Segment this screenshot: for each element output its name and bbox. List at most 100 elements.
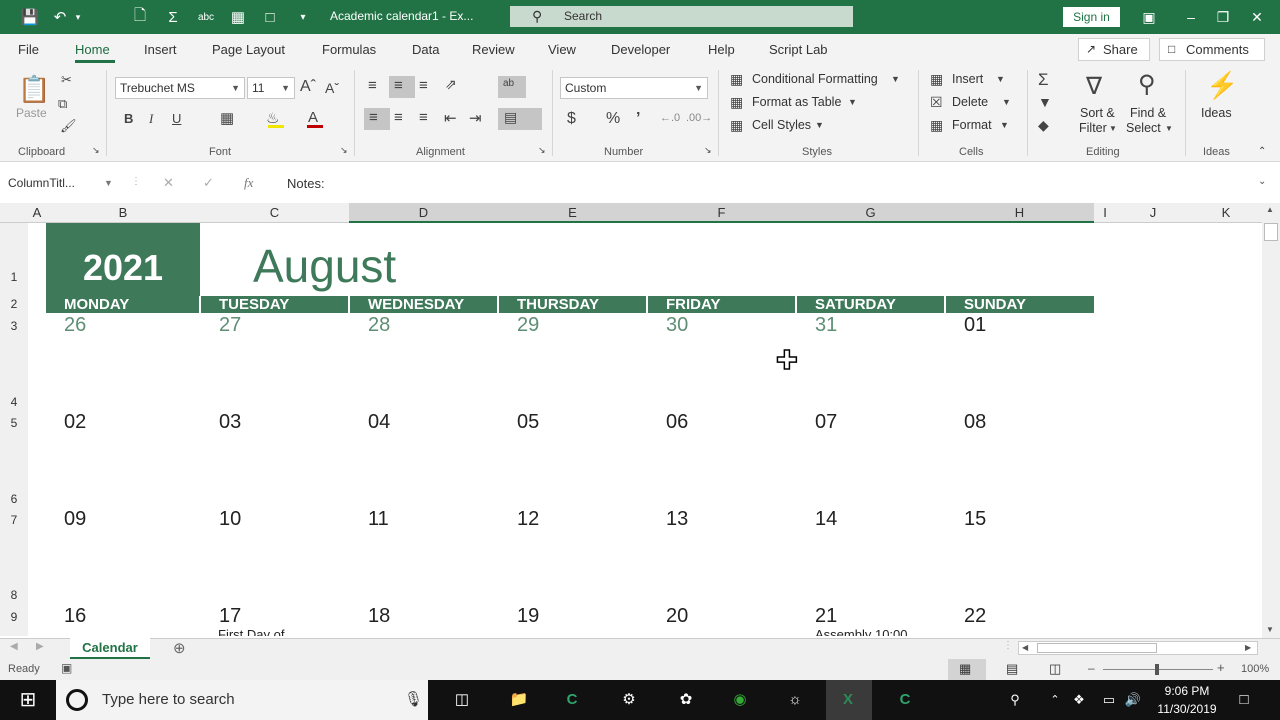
column-header-g[interactable]: G [796, 203, 945, 223]
horizontal-scroll-thumb[interactable] [1037, 643, 1157, 653]
date-cell[interactable]: 02 [64, 411, 86, 434]
new-file-icon[interactable]: 🗋 [130, 7, 150, 27]
event-note[interactable]: Assembly 10:00 [815, 627, 908, 636]
prev-sheet-icon[interactable]: ◀ [10, 641, 18, 652]
app-icon[interactable]: ✿ [674, 688, 698, 712]
date-cell[interactable]: 11 [368, 508, 389, 531]
name-box[interactable]: ColumnTitl... ▼ [4, 173, 116, 193]
date-cell[interactable]: 18 [368, 605, 390, 628]
notifications-icon[interactable]: □ [1232, 688, 1256, 712]
column-header-d[interactable]: D [349, 203, 498, 223]
sign-in-button[interactable]: Sign in [1063, 7, 1120, 27]
weekday-header[interactable]: FRIDAY [648, 296, 795, 313]
tab-split-icon[interactable]: ⋮ [1003, 640, 1013, 651]
file-explorer-icon[interactable]: 📁 [507, 688, 531, 712]
column-header-e[interactable]: E [498, 203, 647, 223]
zoom-level[interactable]: 100% [1241, 663, 1269, 675]
date-cell[interactable]: 22 [964, 605, 986, 628]
font-name-dropdown[interactable]: Trebuchet MS ▼ [115, 77, 245, 99]
tab-review[interactable]: Review [472, 42, 515, 57]
vertical-scrollbar[interactable]: ▲ ▼ [1262, 203, 1280, 639]
chevron-down-icon[interactable]: ▼ [848, 97, 857, 107]
column-header-i[interactable]: I [1094, 203, 1116, 223]
sort-filter-label-2[interactable]: Filter [1079, 121, 1107, 135]
share-button[interactable]: ↗ Share [1078, 38, 1150, 61]
format-painter-icon[interactable]: 🖌 [60, 118, 77, 134]
column-header-f[interactable]: F [647, 203, 796, 223]
insert-cells-button[interactable]: Insert [952, 72, 983, 86]
row-header-4[interactable]: 4 [0, 395, 28, 409]
align-center-icon[interactable]: ≡ [394, 109, 403, 126]
find-select-label-1[interactable]: Find & [1130, 106, 1166, 120]
ribbon-display-icon[interactable]: ▣ [1136, 6, 1162, 28]
align-top-icon[interactable]: ≡ [368, 77, 377, 94]
sort-filter-label-1[interactable]: Sort & [1080, 106, 1115, 120]
number-launcher-icon[interactable]: ↘ [704, 145, 712, 156]
find-select-label-2[interactable]: Select [1126, 121, 1161, 135]
increase-font-icon[interactable]: Aˆ [300, 78, 316, 96]
row-header-1[interactable]: 1 [0, 270, 28, 284]
format-as-table-button[interactable]: Format as Table [752, 95, 841, 109]
chevron-down-icon[interactable]: ▼ [1002, 97, 1011, 107]
page-break-view-icon[interactable]: ◫ [1049, 661, 1061, 677]
font-color-icon[interactable]: A [308, 109, 318, 126]
row-header-2[interactable]: 2 [0, 297, 28, 311]
paste-icon[interactable]: 📋 [18, 74, 50, 105]
decrease-indent-icon[interactable]: ⇤ [444, 109, 457, 127]
date-cell[interactable]: 13 [666, 508, 688, 531]
clipboard-launcher-icon[interactable]: ↘ [92, 145, 100, 156]
zoom-in-icon[interactable]: + [1217, 660, 1225, 675]
autosum-icon[interactable]: Σ [1038, 70, 1049, 90]
tab-insert[interactable]: Insert [144, 42, 177, 57]
date-cell[interactable]: 17 [219, 605, 241, 628]
chevron-down-icon[interactable]: ▼ [1165, 124, 1173, 133]
font-size-dropdown[interactable]: 11 ▼ [247, 77, 295, 99]
undo-dropdown-icon[interactable]: ▾ [68, 7, 88, 27]
number-format-dropdown[interactable]: Custom ▼ [560, 77, 708, 99]
ideas-button[interactable]: Ideas [1201, 106, 1232, 120]
microphone-icon[interactable]: 🎙 [404, 680, 423, 720]
scroll-down-icon[interactable]: ▼ [1266, 625, 1274, 634]
date-cell[interactable]: 19 [517, 605, 539, 628]
normal-view-icon[interactable]: ▦ [959, 661, 971, 677]
increase-indent-icon[interactable]: ⇥ [469, 109, 482, 127]
tab-developer[interactable]: Developer [611, 42, 670, 57]
excel-taskbar-icon[interactable]: X [836, 688, 860, 712]
cancel-entry-icon[interactable]: ✕ [163, 175, 174, 191]
weekday-header[interactable]: SATURDAY [797, 296, 944, 313]
currency-icon[interactable]: $ [567, 110, 576, 128]
collapse-ribbon-icon[interactable]: ⌃ [1258, 146, 1266, 157]
event-note[interactable]: First Day of [218, 627, 284, 636]
scroll-right-icon[interactable]: ▶ [1245, 643, 1251, 652]
column-header-k[interactable]: K [1190, 203, 1262, 223]
date-cell[interactable]: 29 [517, 314, 539, 337]
date-cell[interactable]: 31 [815, 314, 837, 337]
align-left-icon[interactable]: ≡ [369, 109, 378, 126]
increase-decimal-icon[interactable]: ←.0 [660, 112, 680, 124]
chevron-down-icon[interactable]: ▼ [1109, 124, 1117, 133]
row-header-8[interactable]: 8 [0, 588, 28, 602]
restore-icon[interactable]: ❐ [1210, 6, 1236, 28]
date-cell[interactable]: 30 [666, 314, 688, 337]
row-header-9[interactable]: 9 [0, 610, 28, 624]
clock-time[interactable]: 9:06 PM [1152, 684, 1222, 698]
volume-icon[interactable]: 🔊 [1121, 688, 1145, 712]
alignment-launcher-icon[interactable]: ↘ [538, 145, 546, 156]
ideas-icon[interactable]: ⚡ [1206, 70, 1238, 101]
comma-style-icon[interactable]: ’ [636, 110, 640, 128]
date-cell[interactable]: 06 [666, 411, 688, 434]
column-header-a[interactable]: A [28, 203, 46, 223]
expand-formula-icon[interactable]: ⌄ [1258, 176, 1266, 187]
column-header-b[interactable]: B [46, 203, 200, 223]
horizontal-scrollbar[interactable]: ◀ ▶ [1018, 641, 1258, 655]
browser-icon[interactable]: ☼ [783, 688, 807, 712]
weekday-header[interactable]: TUESDAY [201, 296, 348, 313]
save-icon[interactable]: 💾 [20, 7, 40, 27]
column-header-j[interactable]: J [1116, 203, 1190, 223]
spelling-icon[interactable]: abc [196, 7, 216, 27]
customize-qat-icon[interactable]: ▾ [293, 7, 313, 27]
date-cell[interactable]: 07 [815, 411, 837, 434]
orientation-icon[interactable]: ⇗ [445, 76, 457, 93]
page-layout-view-icon[interactable]: ▤ [1006, 661, 1018, 677]
tab-page-layout[interactable]: Page Layout [212, 42, 285, 57]
